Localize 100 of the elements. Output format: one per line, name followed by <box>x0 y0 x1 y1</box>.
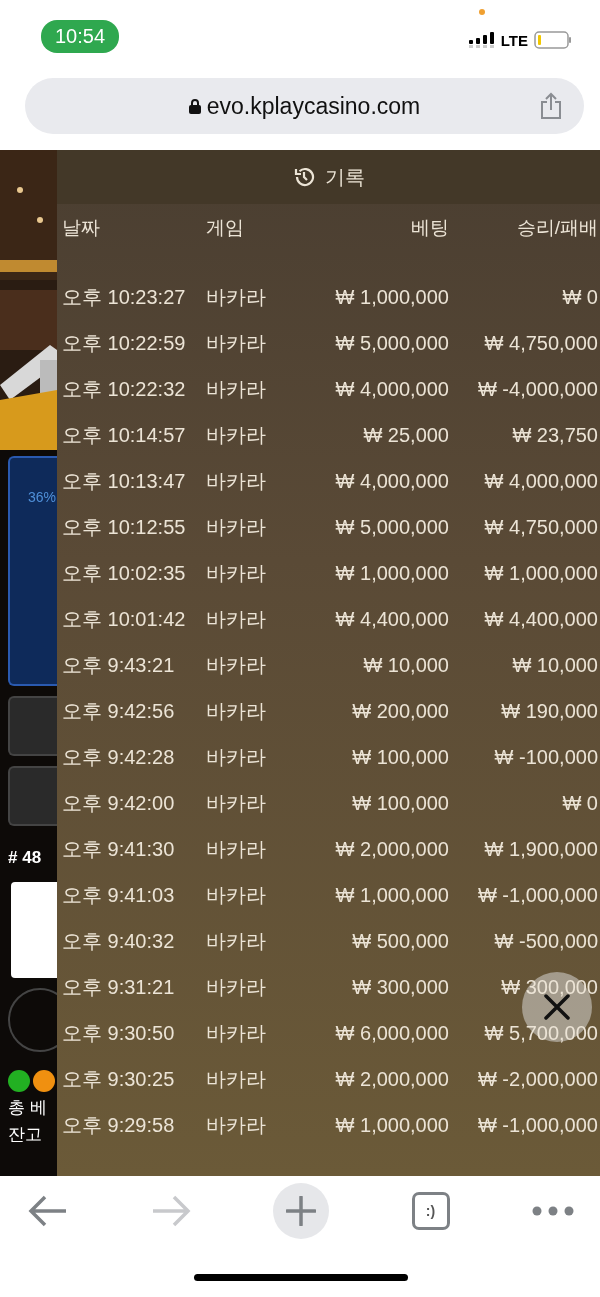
time-cell-text: 오후 10:23:27 <box>62 284 187 310</box>
plus-icon[interactable] <box>286 1196 316 1226</box>
time-cell-text: 오후 9:30:25 <box>62 1066 176 1092</box>
time-cell-text: 오후 10:13:47 <box>62 468 187 494</box>
column-header: 승리/패배 <box>515 216 598 240</box>
share-icon[interactable] <box>540 92 562 120</box>
bet-cell-text: ₩ 5,000,000 <box>334 515 449 539</box>
result-cell-text: ₩ 0 <box>561 791 598 815</box>
result-cell-text: ₩ -100,000 <box>493 745 598 769</box>
result-cell-text: ₩ 4,750,000 <box>483 331 598 355</box>
round-number: # 48 <box>8 848 43 868</box>
game-cell-text: 바카라 <box>206 330 267 356</box>
bet-cell-text: ₩ 1,000,000 <box>334 285 449 309</box>
back-icon[interactable] <box>28 1194 68 1228</box>
status-dot <box>8 1070 30 1092</box>
game-cell-text: 바카라 <box>206 698 267 724</box>
time-cell-text: 오후 9:40:32 <box>62 928 176 954</box>
balance-label: 잔고 <box>8 1124 43 1146</box>
time-cell-text: 오후 10:22:59 <box>62 330 187 356</box>
progress-percent: 36% <box>28 489 57 505</box>
result-cell-text: ₩ -4,000,000 <box>476 377 598 401</box>
game-cell-text: 바카라 <box>206 1066 267 1092</box>
bet-cell-text: ₩ 25,000 <box>362 423 449 447</box>
time-cell-text: 오후 10:22:32 <box>62 376 187 402</box>
game-cell-text: 바카라 <box>206 790 267 816</box>
bet-cell-text: ₩ 4,000,000 <box>334 469 449 493</box>
bet-cell-text: ₩ 4,400,000 <box>334 607 449 631</box>
time-cell-text: 오후 9:41:30 <box>62 836 176 862</box>
result-cell-text: ₩ 0 <box>561 285 598 309</box>
time-cell-text: 오후 10:02:35 <box>62 560 187 586</box>
time-cell-text: 오후 9:30:50 <box>62 1020 176 1046</box>
time-cell-text: 오후 9:42:00 <box>62 790 176 816</box>
time-cell-text: 오후 9:29:58 <box>62 1112 176 1138</box>
game-cell-text: 바카라 <box>206 1020 267 1046</box>
bet-cell-text: ₩ 2,000,000 <box>334 837 449 861</box>
game-cell-text: 바카라 <box>206 928 267 954</box>
bet-cell-text: ₩ 100,000 <box>351 791 449 815</box>
game-cell-text: 바카라 <box>206 836 267 862</box>
result-cell-text: ₩ 23,750 <box>511 423 598 447</box>
url-text: evo.kplaycasino.com <box>206 92 421 120</box>
clock: 10:54 <box>41 19 120 53</box>
result-cell-text: ₩ 1,000,000 <box>483 561 598 585</box>
game-cell-text: 바카라 <box>206 560 267 586</box>
tabs-button[interactable]: :) <box>411 1192 450 1230</box>
privacy-dot <box>478 9 485 15</box>
time-cell-text: 오후 9:43:21 <box>62 652 176 678</box>
time-cell-text: 오후 9:41:03 <box>62 882 176 908</box>
column-header: 게임 <box>206 216 245 240</box>
status-dot <box>33 1070 55 1092</box>
bet-cell-text: ₩ 100,000 <box>351 745 449 769</box>
result-cell-text: ₩ -2,000,000 <box>476 1067 598 1091</box>
time-cell-text: 오후 9:42:28 <box>62 744 176 770</box>
lock-icon <box>188 98 201 114</box>
time-cell-text: 오후 10:12:55 <box>62 514 187 540</box>
column-header: 베팅 <box>410 216 449 240</box>
address-bar[interactable]: evo.kplaycasino.com <box>25 78 584 134</box>
bet-cell-text: ₩ 4,000,000 <box>334 377 449 401</box>
time-cell-text: 오후 9:42:56 <box>62 698 176 724</box>
result-cell-text: ₩ -500,000 <box>493 929 598 953</box>
bet-cell-text: ₩ 6,000,000 <box>334 1021 449 1045</box>
result-cell-text: ₩ 190,000 <box>500 699 598 723</box>
bet-cell-text: ₩ 300,000 <box>351 975 449 999</box>
new-tab-button[interactable] <box>273 1183 329 1239</box>
bet-cell-text: ₩ 2,000,000 <box>334 1067 449 1091</box>
game-cell-text: 바카라 <box>206 376 267 402</box>
bet-cell-text: ₩ 1,000,000 <box>334 883 449 907</box>
bet-cell-text: ₩ 500,000 <box>351 929 449 953</box>
panel-title: 기록 <box>324 164 365 190</box>
time-cell-text: 오후 10:01:42 <box>62 606 187 632</box>
game-cell-text: 바카라 <box>206 606 267 632</box>
result-cell-text: ₩ -1,000,000 <box>476 883 598 907</box>
result-cell-text: ₩ 10,000 <box>511 653 598 677</box>
game-cell-text: 바카라 <box>206 422 267 448</box>
game-cell-text: 바카라 <box>206 882 267 908</box>
history-icon <box>292 166 315 188</box>
time-cell-text: 오후 9:31:21 <box>62 974 176 1000</box>
more-icon[interactable] <box>532 1206 574 1216</box>
bet-cell-text: ₩ 10,000 <box>362 653 449 677</box>
bet-cell-text: ₩ 1,000,000 <box>334 561 449 585</box>
game-cell-text: 바카라 <box>206 284 267 310</box>
total-bet-label: 총 베 <box>8 1097 48 1119</box>
battery-icon <box>534 31 572 49</box>
result-cell-text: ₩ 1,900,000 <box>483 837 598 861</box>
game-cell-text: 바카라 <box>206 652 267 678</box>
result-cell-text: ₩ 4,400,000 <box>483 607 598 631</box>
result-cell-text: ₩ -1,000,000 <box>476 1113 598 1137</box>
column-header: 날짜 <box>62 216 101 240</box>
network-type: LTE <box>500 31 528 49</box>
game-cell-text: 바카라 <box>206 468 267 494</box>
bet-cell-text: ₩ 5,000,000 <box>334 331 449 355</box>
game-cell-text: 바카라 <box>206 1112 267 1138</box>
result-cell-text: ₩ 4,750,000 <box>483 515 598 539</box>
time-cell-text: 오후 10:14:57 <box>62 422 187 448</box>
bet-cell-text: ₩ 1,000,000 <box>334 1113 449 1137</box>
signal-icon <box>468 32 495 48</box>
game-cell-text: 바카라 <box>206 744 267 770</box>
game-cell-text: 바카라 <box>206 514 267 540</box>
game-cell-text: 바카라 <box>206 974 267 1000</box>
result-cell-text: ₩ 4,000,000 <box>483 469 598 493</box>
bet-cell-text: ₩ 200,000 <box>351 699 449 723</box>
